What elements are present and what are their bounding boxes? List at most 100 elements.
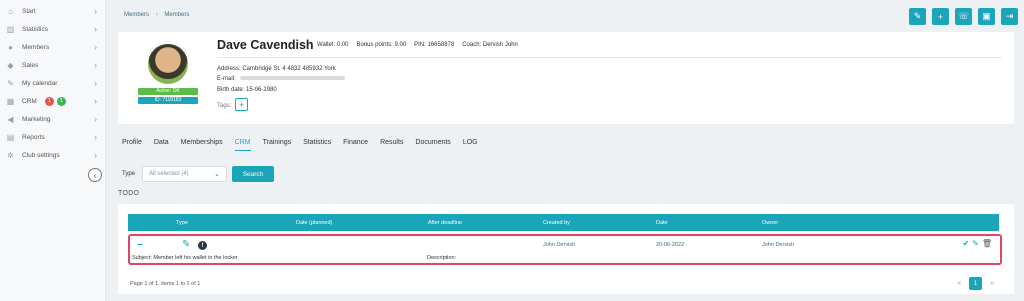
tab-results[interactable]: Results bbox=[380, 139, 403, 151]
sidebar-item-marketing[interactable]: ◀ Marketing › bbox=[0, 110, 105, 128]
phone-plus-icon: ☏ bbox=[957, 11, 970, 21]
column-header-created-by[interactable]: Created by bbox=[543, 220, 570, 226]
address-value: Address: Cambridge St. 4 4832 485932 Yor… bbox=[217, 66, 336, 72]
column-header-date[interactable]: Date bbox=[656, 220, 668, 226]
sidebar-item-label: My calendar bbox=[22, 79, 58, 87]
date-cell: 20-06-2022 bbox=[656, 242, 685, 248]
page-button[interactable]: 1 bbox=[969, 277, 983, 290]
sidebar: ⌂ Start › ▥ Statistics › ● Members › ◆ S… bbox=[0, 0, 106, 301]
owner-cell[interactable]: John Dervish bbox=[762, 242, 794, 248]
chevron-right-icon: › bbox=[94, 150, 97, 160]
tab-memberships[interactable]: Memberships bbox=[181, 139, 223, 151]
email-value-redacted bbox=[239, 76, 345, 81]
description-cell: Description: bbox=[427, 255, 457, 261]
tab-profile[interactable]: Profile bbox=[122, 139, 142, 151]
sidebar-item-reports[interactable]: ▤ Reports › bbox=[0, 128, 105, 146]
member-tabs: Profile Data Memberships CRM Trainings S… bbox=[122, 139, 478, 151]
tab-crm[interactable]: CRM bbox=[234, 139, 251, 151]
pencil-icon: ✎ bbox=[7, 78, 14, 88]
sidebar-item-crm[interactable]: ▦ CRM 1 1 › bbox=[0, 92, 105, 110]
delete-icon[interactable]: 🗑 bbox=[982, 239, 992, 248]
sidebar-item-label: Statistics bbox=[22, 25, 49, 33]
crm-badge-red: 1 bbox=[44, 96, 54, 106]
sidebar-collapse-button[interactable]: ‹ bbox=[88, 168, 102, 182]
chevron-right-icon: › bbox=[94, 132, 97, 142]
edit-note-icon: ✎ bbox=[182, 239, 191, 250]
chevron-right-icon: › bbox=[94, 96, 97, 106]
megaphone-icon: ◀ bbox=[7, 114, 14, 124]
tab-log[interactable]: LOG bbox=[463, 139, 478, 151]
tags-label: Tags: bbox=[217, 103, 232, 109]
column-header-type[interactable]: Type bbox=[176, 220, 188, 226]
sidebar-item-label: Marketing bbox=[22, 115, 51, 123]
type-filter-label: Type bbox=[122, 171, 136, 177]
exit-button[interactable]: ⇥ bbox=[1001, 8, 1018, 25]
sidebar-item-statistics[interactable]: ▥ Statistics › bbox=[0, 20, 105, 38]
wallet-value: Wallet: 0.00 bbox=[317, 42, 349, 48]
sidebar-item-sales[interactable]: ◆ Sales › bbox=[0, 56, 105, 74]
tab-documents[interactable]: Documents bbox=[415, 139, 450, 151]
add-call-button[interactable]: ☏ bbox=[955, 8, 972, 25]
prev-page-icon[interactable]: « bbox=[957, 280, 961, 287]
sidebar-item-my-calendar[interactable]: ✎ My calendar › bbox=[0, 74, 105, 92]
tag-icon: ◆ bbox=[7, 60, 14, 70]
divider bbox=[217, 57, 1002, 58]
birth-date-value: Birth date: 15-06-1980 bbox=[217, 87, 277, 93]
tab-trainings[interactable]: Trainings bbox=[263, 139, 292, 151]
chevron-right-icon: › bbox=[94, 78, 97, 88]
edit-note-icon: ✎ bbox=[913, 11, 922, 21]
breadcrumb: Members › Members bbox=[124, 12, 189, 18]
chevron-right-icon: › bbox=[94, 114, 97, 124]
pin-value: PIN: 16658878 bbox=[414, 42, 455, 48]
pagination-info: Page 1 of 1, items 1 to 1 of 1 bbox=[130, 281, 201, 287]
member-id-badge[interactable]: ID: 7118183 bbox=[138, 97, 198, 104]
chevron-down-icon: ⌄ bbox=[214, 171, 220, 178]
tab-finance[interactable]: Finance bbox=[343, 139, 368, 151]
edit-icon[interactable]: ✎ bbox=[972, 239, 979, 248]
table-header: Type Date (planned) After deadline Creat… bbox=[128, 214, 999, 231]
breadcrumb-separator-icon: › bbox=[155, 12, 158, 18]
column-header-after-deadline[interactable]: After deadline bbox=[428, 220, 462, 226]
grid-icon: ▦ bbox=[6, 96, 15, 106]
calendar-icon: ▣ bbox=[982, 11, 991, 21]
tab-data[interactable]: Data bbox=[154, 139, 169, 151]
sidebar-item-label: Club settings bbox=[22, 151, 60, 159]
sidebar-item-label: Members bbox=[22, 43, 50, 51]
complete-icon[interactable]: ✔ bbox=[962, 239, 969, 248]
report-icon: ▤ bbox=[6, 132, 15, 142]
todo-panel: Type Date (planned) After deadline Creat… bbox=[118, 204, 1014, 294]
header-actions: ✎ + ☏ ▣ ⇥ bbox=[909, 8, 1018, 25]
type-filter-select[interactable]: All selected (4) ⌄ bbox=[142, 166, 227, 182]
calendar-button[interactable]: ▣ bbox=[978, 8, 995, 25]
chevron-right-icon: › bbox=[94, 60, 97, 70]
avatar bbox=[148, 44, 188, 84]
sidebar-item-start[interactable]: ⌂ Start › bbox=[0, 2, 105, 20]
search-button[interactable]: Search bbox=[232, 166, 274, 182]
edit-note-button[interactable]: ✎ bbox=[909, 8, 926, 25]
add-user-button[interactable]: + bbox=[932, 8, 949, 25]
collapse-row-icon[interactable]: − bbox=[137, 240, 143, 251]
member-card: Active: OK ID: 7118183 Dave Cavendish Wa… bbox=[118, 32, 1014, 124]
sidebar-item-members[interactable]: ● Members › bbox=[0, 38, 105, 56]
chevron-right-icon: › bbox=[94, 24, 97, 34]
add-tag-button[interactable]: + bbox=[235, 98, 248, 111]
email-label: E-mail: bbox=[217, 76, 236, 82]
breadcrumb-item[interactable]: Members bbox=[164, 12, 189, 18]
column-header-date-planned[interactable]: Date (planned) bbox=[296, 220, 332, 226]
column-header-owner[interactable]: Owner bbox=[762, 220, 778, 226]
tab-statistics[interactable]: Statistics bbox=[303, 139, 331, 151]
table-row[interactable]: − ✎ ! John Dervish 20-06-2022 John Dervi… bbox=[128, 234, 1002, 265]
sidebar-item-club-settings[interactable]: ✲ Club settings › bbox=[0, 146, 105, 164]
member-meta: Wallet: 0.00 Bonus points: 9.00 PIN: 166… bbox=[317, 42, 518, 48]
created-by-cell[interactable]: John Dervish bbox=[543, 242, 575, 248]
type-filter-value: All selected (4) bbox=[149, 171, 189, 177]
status-badge: Active: OK bbox=[138, 88, 198, 95]
add-user-icon: + bbox=[937, 11, 944, 22]
next-page-icon[interactable]: » bbox=[990, 280, 994, 287]
chevron-right-icon: › bbox=[94, 42, 97, 52]
breadcrumb-item[interactable]: Members bbox=[124, 12, 149, 18]
email-row: E-mail: bbox=[217, 76, 345, 82]
todo-section-title: TODO bbox=[118, 190, 140, 197]
sidebar-item-label: Sales bbox=[22, 61, 39, 69]
chevron-right-icon: › bbox=[94, 6, 97, 16]
